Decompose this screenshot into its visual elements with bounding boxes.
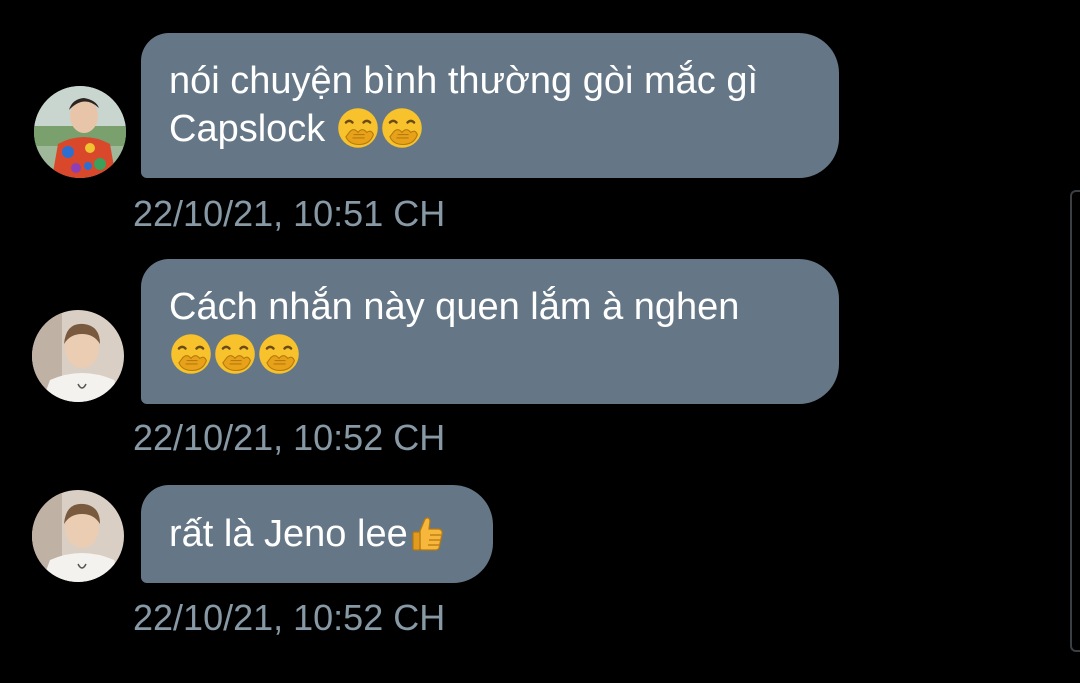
message-text: rất là Jeno lee (169, 513, 408, 555)
avatar[interactable] (34, 86, 126, 178)
face-with-hand-over-mouth-icon (169, 332, 213, 376)
message-timestamp: 22/10/21, 10:52 CH (133, 597, 446, 638)
scrollbar[interactable] (1070, 190, 1080, 652)
face-with-hand-over-mouth-icon (213, 332, 257, 376)
avatar[interactable] (32, 310, 124, 402)
message-bubble[interactable]: nói chuyện bình thường gòi mắc gì Capslo… (141, 33, 839, 178)
message-timestamp: 22/10/21, 10:51 CH (133, 193, 446, 234)
thumbs-up-icon (408, 511, 448, 555)
avatar-photo-colorful-shirt-icon (34, 86, 126, 178)
message-text: nói chuyện bình thường gòi mắc gì (169, 60, 759, 102)
message-text: Cách nhắn này quen lắm à nghen (169, 286, 740, 328)
face-with-hand-over-mouth-icon (257, 332, 301, 376)
avatar-photo-white-shirt-icon (32, 310, 124, 402)
avatar-photo-white-shirt-icon (32, 490, 124, 582)
message-text: Capslock (169, 108, 326, 150)
face-with-hand-over-mouth-icon (336, 106, 380, 150)
message-bubble[interactable]: rất là Jeno lee (141, 485, 493, 583)
message-timestamp: 22/10/21, 10:52 CH (133, 417, 446, 458)
avatar[interactable] (32, 490, 124, 582)
face-with-hand-over-mouth-icon (380, 106, 424, 150)
message-bubble[interactable]: Cách nhắn này quen lắm à nghen (141, 259, 839, 404)
